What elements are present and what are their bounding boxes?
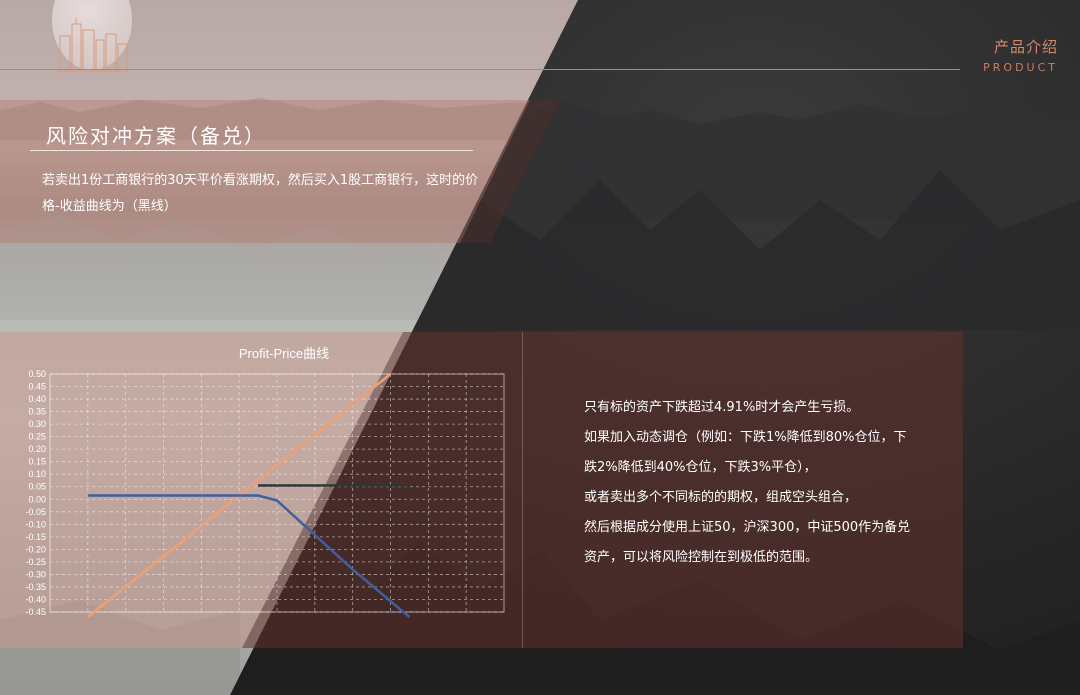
call-option-profit-line: [87, 494, 411, 618]
y-tick-label: -0.25: [25, 557, 46, 567]
y-tick-label: 0.50: [28, 369, 46, 379]
y-tick-label: -0.45: [25, 607, 46, 617]
chart-title: Profit-Price曲线: [239, 346, 329, 361]
y-tick-label: 0.05: [28, 482, 46, 492]
title-underline: [30, 150, 473, 151]
header-divider-line: [0, 69, 960, 70]
y-tick-label: 0.30: [28, 419, 46, 429]
plot-area-frame: [49, 373, 505, 613]
info-paragraph-3: 或者卖出多个不同标的的期权，组成空头组合，: [584, 490, 858, 505]
y-tick-label: 0.15: [28, 457, 46, 467]
y-tick-label: 0.20: [28, 444, 46, 454]
y-tick-label: 0.00: [28, 494, 46, 504]
profit-price-chart: Profit-Price曲线 0.50 0.45 0.40 0.35 0.30 0.25 0…: [25, 346, 505, 618]
city-buildings-icon: [59, 18, 128, 72]
y-tick-label: -0.35: [25, 582, 46, 592]
y-tick-label: -0.30: [25, 569, 46, 579]
info-paragraph-1: 只有标的资产下跌超过4.91%时才会产生亏损。: [584, 400, 860, 415]
y-tick-label: -0.10: [25, 519, 46, 529]
section-title: 风险对冲方案（备兑）: [46, 124, 266, 148]
y-tick-label: -0.40: [25, 594, 46, 604]
info-paragraph-4: 然后根据成分使用上证50，沪深300，中证500作为备兑资产，可以将风险控制在到…: [584, 520, 911, 565]
y-tick-label: -0.20: [25, 544, 46, 554]
y-tick-label: 0.40: [28, 394, 46, 404]
info-paragraph-2: 如果加入动态调仓（例如：下跌1%降低到80%仓位，下跌2%降低到40%仓位，下跌…: [584, 430, 907, 475]
y-tick-label: -0.05: [25, 507, 46, 517]
product-title-cn: 产品介绍: [993, 38, 1058, 56]
product-title-en: PRODUCT: [983, 61, 1058, 74]
y-tick-label: 0.45: [28, 382, 46, 392]
y-tick-label: -0.15: [25, 532, 46, 542]
y-tick-label: 0.35: [28, 407, 46, 417]
y-tick-label: 0.10: [28, 469, 46, 479]
y-tick-label: 0.25: [28, 432, 46, 442]
info-text-block: 只有标的资产下跌超过4.91%时才会产生亏损。 如果加入动态调仓（例如：下跌1%…: [584, 393, 914, 573]
section-description: 若卖出1份工商银行的30天平价看涨期权，然后买入1股工商银行，这时的价格-收益曲…: [42, 173, 479, 214]
